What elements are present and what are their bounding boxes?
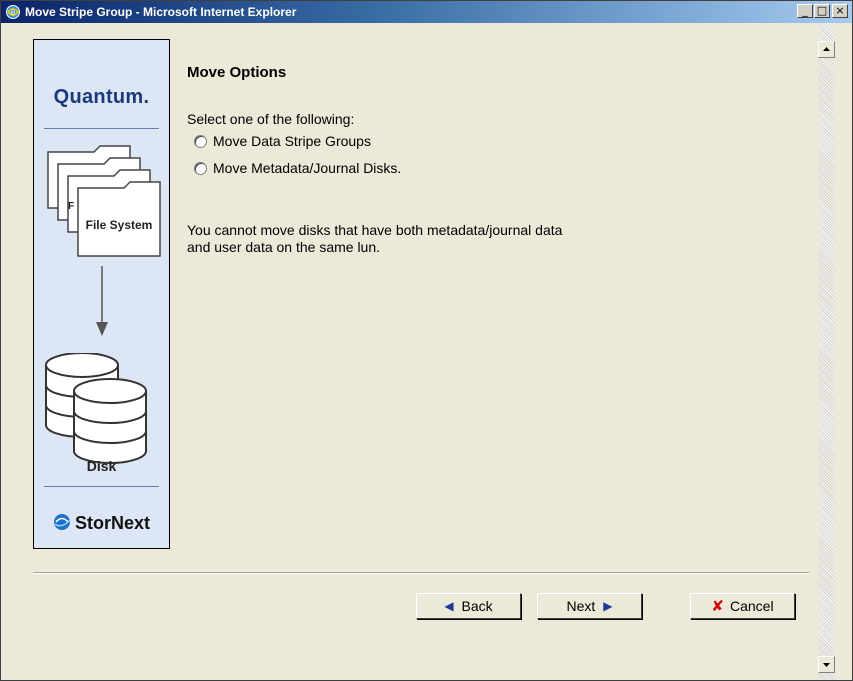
footer-separator	[33, 572, 809, 574]
back-button[interactable]: ◀ Back	[416, 593, 521, 619]
note-line-1: You cannot move disks that have both met…	[187, 222, 563, 238]
panel-divider-top	[44, 128, 159, 129]
radio-button[interactable]	[194, 161, 207, 175]
scroll-down-icon	[823, 663, 830, 667]
browser-window: e Move Stripe Group - Microsoft Internet…	[0, 0, 853, 681]
stornext-logo-text: StorNext	[74, 513, 150, 533]
back-button-label: Back	[461, 598, 493, 614]
note-line-2: and user data on the same lun.	[187, 239, 381, 255]
cancel-button-label: Cancel	[729, 598, 774, 614]
window-title: Move Stripe Group - Microsoft Internet E…	[25, 5, 297, 19]
close-button[interactable]: ×	[832, 4, 848, 18]
side-panel: Quantum. F File System Disk StorNext	[33, 39, 170, 549]
stornext-globe-icon	[53, 514, 71, 530]
panel-divider-bottom	[44, 486, 159, 487]
svg-text:e: e	[11, 8, 16, 17]
disk-icon	[45, 353, 147, 464]
option-label: Move Metadata/Journal Disks.	[213, 160, 402, 176]
scroll-down-button[interactable]	[818, 656, 835, 673]
file-system-illustration: F File System	[47, 145, 161, 336]
disk-label: Disk	[86, 458, 117, 474]
quantum-logo: Quantum.	[53, 86, 150, 108]
left-triangle-icon: ◀	[444, 599, 454, 613]
right-triangle-icon: ▶	[603, 599, 613, 613]
option-move-metadata-journal-disks[interactable]: Move Metadata/Journal Disks.	[194, 158, 401, 178]
maximize-button[interactable]: □	[814, 4, 830, 18]
option-move-data-stripe-groups[interactable]: Move Data Stripe Groups	[194, 131, 371, 151]
selection-prompt: Select one of the following:	[187, 111, 355, 127]
page-title: Move Options	[187, 64, 287, 81]
svg-text:F: F	[68, 201, 74, 212]
minimize-button[interactable]: _	[797, 4, 813, 18]
option-label: Move Data Stripe Groups	[213, 133, 371, 149]
stornext-logo: StorNext	[34, 513, 169, 534]
ie-globe-icon: e	[6, 5, 20, 19]
scroll-up-icon	[823, 47, 830, 51]
cancel-button[interactable]: ✘ Cancel	[690, 593, 795, 619]
red-x-icon: ✘	[711, 597, 724, 615]
next-button[interactable]: Next ▶	[537, 593, 642, 619]
next-button-label: Next	[566, 598, 596, 614]
radio-button[interactable]	[194, 134, 207, 148]
vertical-scrollbar[interactable]	[818, 23, 835, 680]
title-bar: e Move Stripe Group - Microsoft Internet…	[1, 1, 852, 23]
scroll-up-button[interactable]	[818, 41, 835, 58]
arrow-down-icon	[96, 322, 108, 336]
folder-label: File System	[86, 218, 153, 232]
